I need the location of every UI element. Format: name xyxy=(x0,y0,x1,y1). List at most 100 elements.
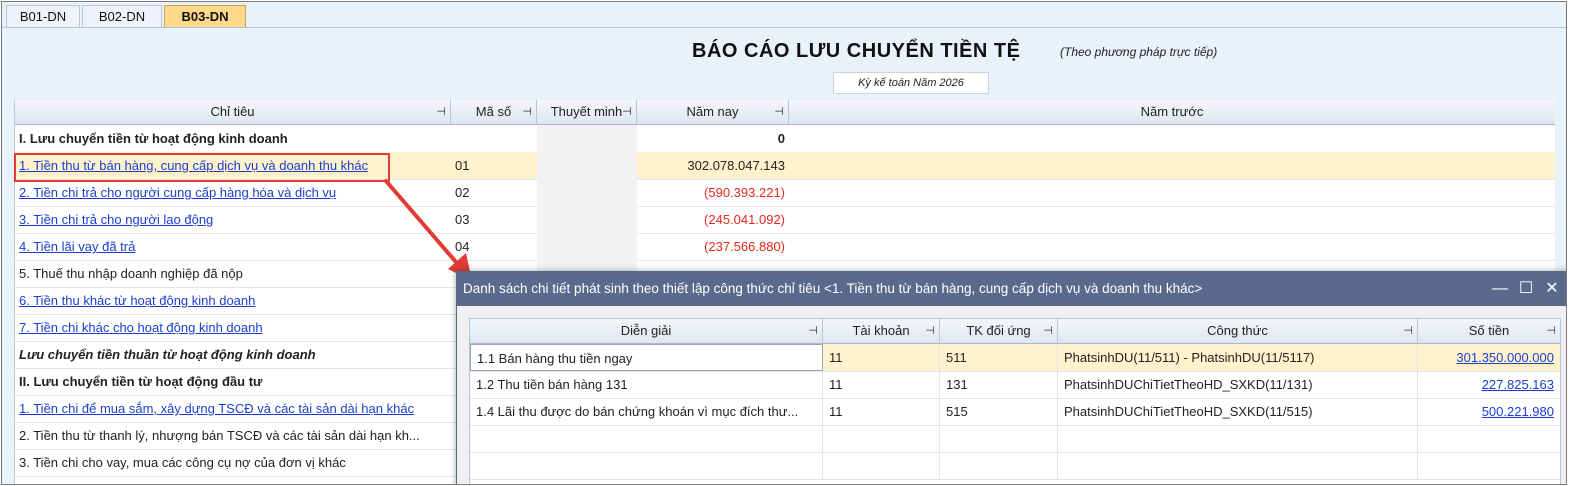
row-name: I. Lưu chuyển tiền từ hoạt động kinh doa… xyxy=(15,125,439,152)
row-current-value: 302.078.047.143 xyxy=(687,158,785,173)
col-header-account[interactable]: Tài khoản ⊣ xyxy=(823,319,940,343)
detail-account-cell: 11 xyxy=(823,398,940,425)
minimize-icon[interactable]: — xyxy=(1489,272,1511,306)
row-name[interactable]: 1. Tiền chi để mua sắm, xây dựng TSCĐ và… xyxy=(15,395,439,422)
detail-account-cell: 11 xyxy=(823,344,940,371)
col-header-current[interactable]: Năm nay ⊣ xyxy=(637,100,789,124)
row-name-text[interactable]: 6. Tiền thu khác từ hoạt động kinh doanh xyxy=(19,293,255,308)
col-header-amount[interactable]: Số tiền ⊣ xyxy=(1418,319,1560,343)
tab-b01-dn[interactable]: B01-DN xyxy=(6,5,80,28)
report-tabs: B01-DN B02-DN B03-DN xyxy=(2,2,1566,28)
col-header-formula-label: Công thức xyxy=(1207,323,1268,338)
detail-opposite-cell xyxy=(940,452,1058,479)
detail-formula-cell xyxy=(1058,452,1418,479)
pin-icon[interactable]: ⊣ xyxy=(925,319,935,343)
row-name-text: Lưu chuyển tiền thuần từ hoạt động kinh … xyxy=(19,347,316,362)
row-name: Lưu chuyển tiền thuần từ hoạt động kinh … xyxy=(15,341,439,368)
row-name-text: I. Lưu chuyển tiền từ hoạt động kinh doa… xyxy=(19,131,288,146)
row-name[interactable]: 6. Tiền thu khác từ hoạt động kinh doanh xyxy=(15,287,439,314)
close-icon[interactable]: ✕ xyxy=(1541,272,1563,306)
detail-amount-cell[interactable]: 301.350.000.000 xyxy=(1418,344,1560,371)
row-name[interactable]: 2. Tiền chi trả cho người cung cấp hàng … xyxy=(15,179,439,206)
row-name-text[interactable]: 7. Tiền chi khác cho hoạt động kinh doan… xyxy=(19,320,263,335)
row-name-text: 2. Tiền thu từ thanh lý, nhượng bán TSCĐ… xyxy=(19,428,420,443)
row-name[interactable]: 4. Tiền lãi vay đã trả xyxy=(15,233,439,260)
row-name[interactable]: 3. Tiền chi trả cho người lao động xyxy=(15,206,439,233)
detail-desc-cell: 1.1 Bán hàng thu tiền ngay xyxy=(470,344,823,371)
table-row[interactable]: 4. Tiền lãi vay đã trả 04 (237.566.880) xyxy=(15,233,1555,261)
col-header-note[interactable]: Thuyết minh ⊣ xyxy=(537,100,637,124)
row-name-text: II. Lưu chuyển tiền từ hoạt động đầu tư xyxy=(19,374,263,389)
pin-icon[interactable]: ⊣ xyxy=(622,100,632,124)
detail-row[interactable]: 1.2 Thu tiền bán hàng 131 11 131 PhatsinhDU… xyxy=(470,371,1560,399)
pin-icon[interactable]: ⊣ xyxy=(522,100,532,124)
row-name[interactable]: 7. Tiền chi khác cho hoạt động kinh doan… xyxy=(15,314,439,341)
amount-link[interactable]: 500.221.980 xyxy=(1482,404,1554,419)
popup-titlebar[interactable]: Danh sách chi tiết phát sinh theo thiết … xyxy=(457,272,1566,306)
row-code xyxy=(451,125,537,152)
detail-account-cell xyxy=(823,452,940,479)
col-header-formula[interactable]: Công thức ⊣ xyxy=(1058,319,1418,343)
tab-divider xyxy=(2,27,1566,28)
detail-row-empty xyxy=(470,425,1560,453)
detail-formula-cell xyxy=(1058,425,1418,452)
detail-grid: Diễn giải ⊣ Tài khoản ⊣ TK đối ứng ⊣ Côn… xyxy=(469,318,1561,484)
pin-icon[interactable]: ⊣ xyxy=(1546,319,1556,343)
col-header-desc[interactable]: Diễn giải ⊣ xyxy=(470,319,823,343)
detail-account-cell xyxy=(823,425,940,452)
amount-link[interactable]: 227.825.163 xyxy=(1482,377,1554,392)
detail-formula-cell: PhatsinhDU(11/511) - PhatsinhDU(11/5117) xyxy=(1058,344,1418,371)
row-note xyxy=(537,125,637,152)
tab-b03-dn[interactable]: B03-DN xyxy=(164,5,246,28)
report-title: BÁO CÁO LƯU CHUYỂN TIỀN TỆ xyxy=(692,40,1021,62)
table-row[interactable]: 2. Tiền chi trả cho người cung cấp hàng … xyxy=(15,179,1555,207)
col-header-code-label: Mã số xyxy=(475,104,512,119)
row-name-text[interactable]: 3. Tiền chi trả cho người lao động xyxy=(19,212,213,227)
detail-row-empty xyxy=(470,452,1560,480)
grid-header: Chỉ tiêu ⊣ Mã số ⊣ Thuyết minh ⊣ Năm nay… xyxy=(15,100,1555,125)
col-header-opposite-label: TK đối ứng xyxy=(966,323,1031,338)
period-label: Kỳ kế toán Năm 2026 xyxy=(833,72,989,94)
col-header-desc-label: Diễn giải xyxy=(620,323,672,338)
row-name-text: 3. Tiền chi cho vay, mua các công cụ nợ … xyxy=(19,455,346,470)
row-note xyxy=(537,206,637,233)
col-header-opposite[interactable]: TK đối ứng ⊣ xyxy=(940,319,1058,343)
col-header-name-label: Chỉ tiêu xyxy=(210,104,255,119)
pin-icon[interactable]: ⊣ xyxy=(808,319,818,343)
col-header-previous[interactable]: Năm trước xyxy=(789,100,1555,124)
maximize-icon[interactable]: ☐ xyxy=(1515,272,1537,306)
row-current-value: (245.041.092) xyxy=(704,212,785,227)
detail-popup[interactable]: Danh sách chi tiết phát sinh theo thiết … xyxy=(456,271,1566,484)
detail-amount-cell[interactable]: 227.825.163 xyxy=(1418,371,1560,398)
pin-icon[interactable]: ⊣ xyxy=(1043,319,1053,343)
table-row[interactable]: 3. Tiền chi trả cho người lao động 03 (245… xyxy=(15,206,1555,234)
detail-amount-cell[interactable]: 500.221.980 xyxy=(1418,398,1560,425)
row-name: 5. Thuế thu nhập doanh nghiệp đã nộp xyxy=(15,260,439,287)
pin-icon[interactable]: ⊣ xyxy=(774,100,784,124)
detail-account-cell: 11 xyxy=(823,371,940,398)
row-name-text[interactable]: 4. Tiền lãi vay đã trả xyxy=(19,239,135,254)
row-name: 3. Tiền chi cho vay, mua các công cụ nợ … xyxy=(15,449,439,476)
col-header-current-label: Năm nay xyxy=(686,104,739,119)
col-header-code[interactable]: Mã số ⊣ xyxy=(451,100,537,124)
amount-link[interactable]: 301.350.000.000 xyxy=(1456,350,1554,365)
pin-icon[interactable]: ⊣ xyxy=(436,100,446,124)
detail-row[interactable]: 1.1 Bán hàng thu tiền ngay 11 511 PhatsinhD… xyxy=(470,344,1560,372)
row-note xyxy=(537,233,637,260)
detail-desc-cell: 1.4 Lãi thu được do bán chứng khoán vì m… xyxy=(470,398,823,425)
tab-b02-dn[interactable]: B02-DN xyxy=(82,5,162,28)
col-header-name[interactable]: Chỉ tiêu ⊣ xyxy=(15,100,451,124)
detail-row[interactable]: 1.4 Lãi thu được do bán chứng khoán vì m… xyxy=(470,398,1560,426)
table-row[interactable]: I. Lưu chuyển tiền từ hoạt động kinh doa… xyxy=(15,125,1555,153)
col-header-account-label: Tài khoản xyxy=(852,323,910,338)
row-name-text[interactable]: 2. Tiền chi trả cho người cung cấp hàng … xyxy=(19,185,336,200)
detail-opposite-cell: 131 xyxy=(940,371,1058,398)
pin-icon[interactable]: ⊣ xyxy=(1403,319,1413,343)
row-name: II. Lưu chuyển tiền từ hoạt động đầu tư xyxy=(15,368,439,395)
callout-highlight xyxy=(14,153,390,182)
detail-grid-header: Diễn giải ⊣ Tài khoản ⊣ TK đối ứng ⊣ Côn… xyxy=(470,319,1560,344)
row-name-text[interactable]: 1. Tiền chi để mua sắm, xây dựng TSCĐ và… xyxy=(19,401,414,416)
detail-formula-cell: PhatsinhDUChiTietTheoHD_SXKD(11/515) xyxy=(1058,398,1418,425)
col-header-amount-label: Số tiền xyxy=(1468,323,1510,338)
detail-desc-cell: 1.2 Thu tiền bán hàng 131 xyxy=(470,371,823,398)
